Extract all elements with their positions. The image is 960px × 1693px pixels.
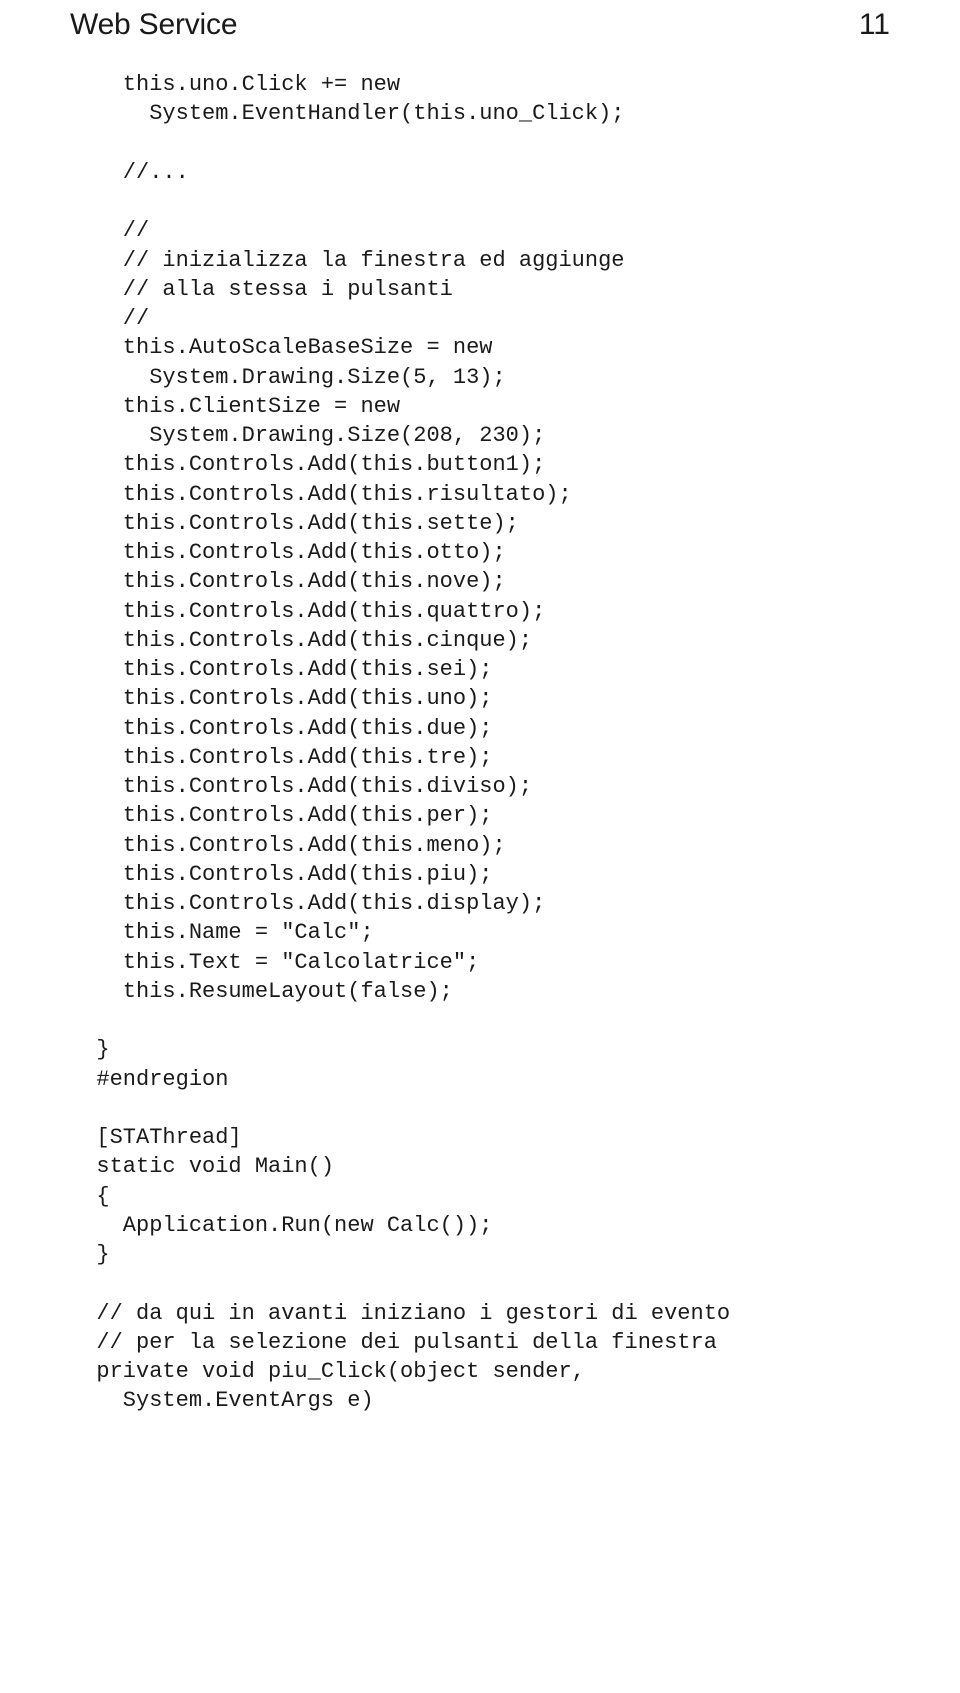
code-block: this.uno.Click += new System.EventHandle…: [70, 70, 890, 1416]
page-container: Web Service 11 this.uno.Click += new Sys…: [0, 0, 960, 1476]
header-title: Web Service: [70, 8, 237, 42]
page-header: Web Service 11: [70, 0, 890, 70]
header-page-number: 11: [859, 8, 890, 42]
